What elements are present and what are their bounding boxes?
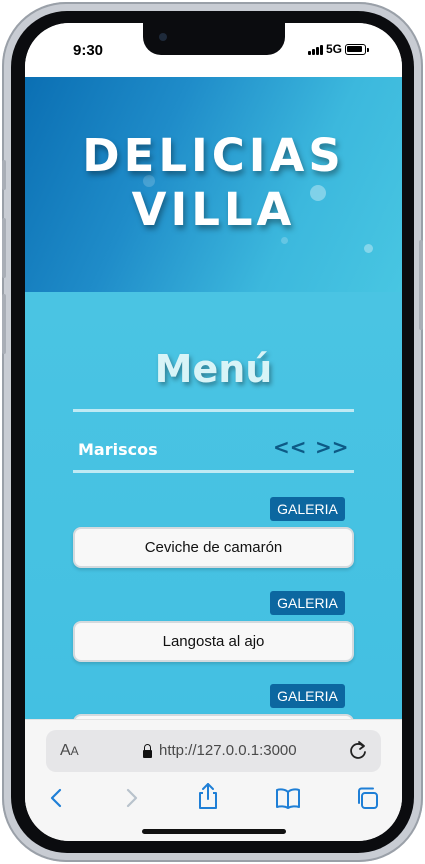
web-content[interactable]: DELICIAS VILLA Menú Mariscos << >> GALER… <box>25 77 402 719</box>
bubble-decoration <box>281 237 288 244</box>
home-indicator[interactable] <box>142 829 286 834</box>
divider-bottom <box>73 470 354 473</box>
dish-card[interactable]: Ceviche de camarón <box>73 527 354 568</box>
tabs-icon[interactable] <box>355 786 381 810</box>
restaurant-title: DELICIAS VILLA <box>25 129 402 237</box>
category-label: Mariscos <box>78 440 158 459</box>
forward-icon[interactable] <box>118 786 144 810</box>
back-icon[interactable] <box>44 786 70 810</box>
volume-down-button <box>2 294 6 354</box>
url-text[interactable]: http://127.0.0.1:3000 <box>159 742 297 759</box>
share-icon[interactable] <box>195 782 221 810</box>
signal-icon <box>308 45 323 55</box>
browser-toolbar: AA http://127.0.0.1:3000 <box>25 719 402 841</box>
title-line-2: VILLA <box>131 183 296 236</box>
screen: 9:30 5G DELICIAS VILLA Menú Mariscos << … <box>25 23 402 841</box>
network-label: 5G <box>326 42 343 56</box>
volume-up-button <box>2 218 6 278</box>
bookmarks-icon[interactable] <box>275 786 301 810</box>
next-category-button[interactable]: >> <box>315 435 349 459</box>
silent-switch <box>2 160 6 190</box>
divider-top <box>73 409 354 412</box>
notch <box>143 23 285 55</box>
text-size-button[interactable]: AA <box>60 742 79 760</box>
lock-icon <box>143 744 152 758</box>
reload-icon[interactable] <box>348 739 368 761</box>
menu-heading: Menú <box>154 347 273 391</box>
bubble-decoration <box>364 244 373 253</box>
gallery-button[interactable]: GALERIA <box>270 497 345 521</box>
title-line-1: DELICIAS <box>82 129 345 182</box>
gallery-button[interactable]: GALERIA <box>270 591 345 615</box>
hero-banner: DELICIAS VILLA <box>25 77 402 292</box>
status-time: 9:30 <box>73 42 104 59</box>
gallery-button[interactable]: GALERIA <box>270 684 345 708</box>
battery-icon <box>345 44 369 55</box>
prev-category-button[interactable]: << <box>273 435 307 459</box>
camera-icon <box>159 33 167 41</box>
dish-card[interactable]: Langosta al ajo <box>73 621 354 662</box>
address-bar[interactable]: AA http://127.0.0.1:3000 <box>46 730 381 772</box>
status-bar: 9:30 5G <box>25 23 402 77</box>
menu-section: Menú Mariscos << >> GALERIA Ceviche de c… <box>25 292 402 719</box>
power-button <box>419 240 423 330</box>
